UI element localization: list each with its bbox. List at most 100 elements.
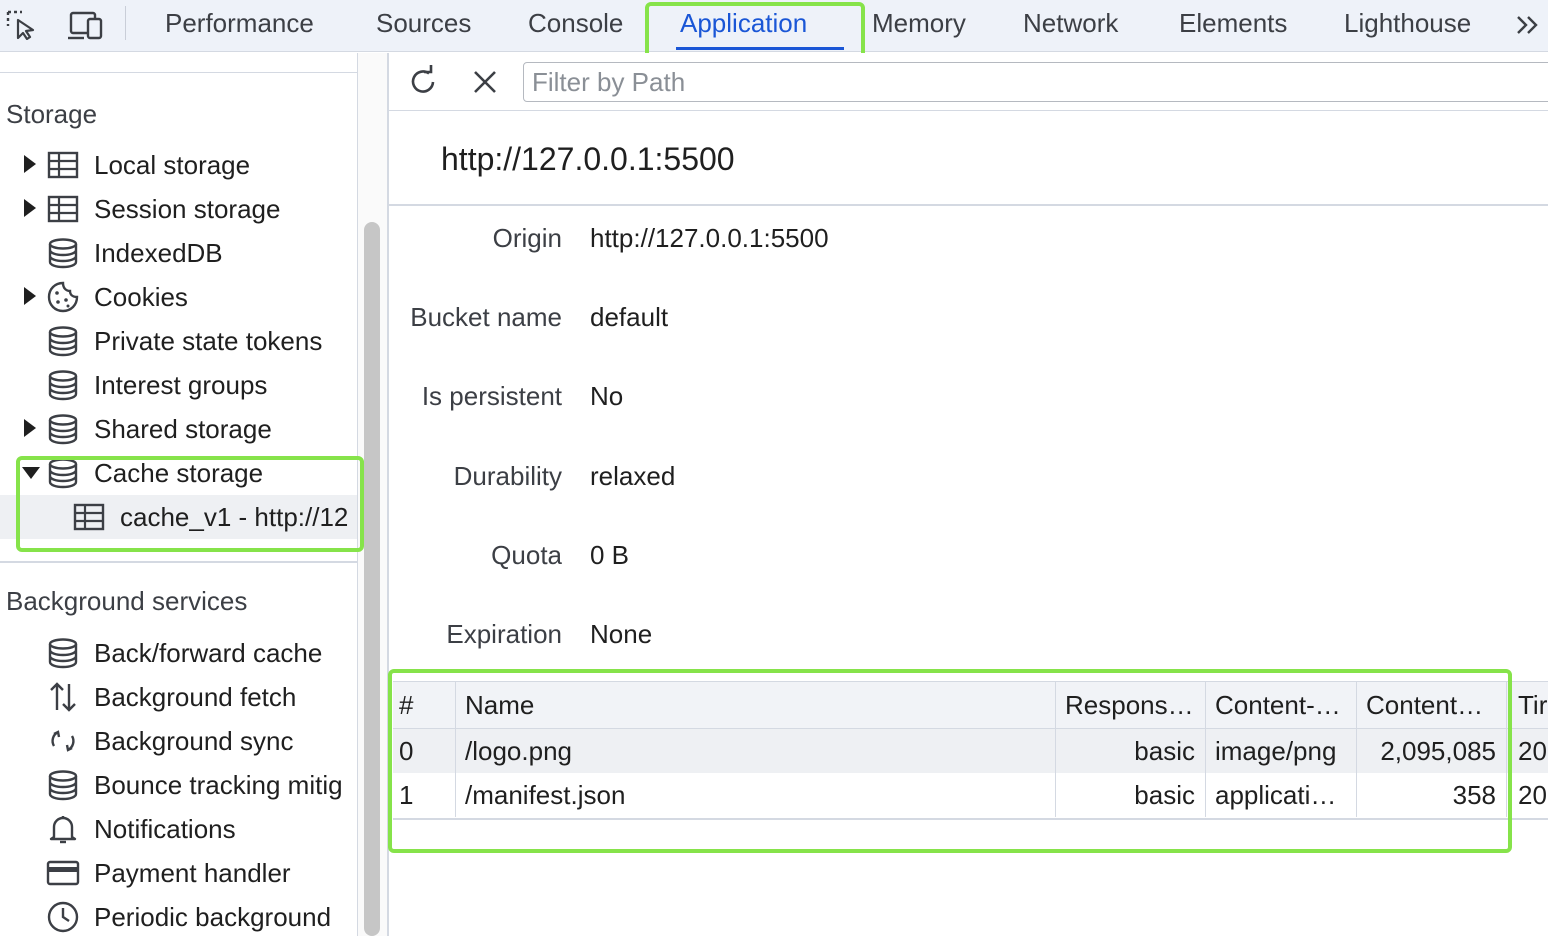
tab-sources[interactable]: Sources [376,6,471,40]
sidebar-item-bounce-tracking[interactable]: Bounce tracking mitig [0,763,357,807]
cookie-icon [46,280,80,314]
table-icon [46,192,80,226]
sidebar-item-label: Payment handler [94,858,291,888]
sidebar-item-cache-v1[interactable]: cache_v1 - http://12 [0,495,357,539]
double-chevron-right-icon[interactable] [1513,6,1543,40]
table-row[interactable]: 1 /manifest.json basic applicati… 358 20 [393,773,1548,817]
expand-arrow-icon[interactable] [24,419,36,437]
sidebar-item-label: Notifications [94,814,236,844]
sidebar-item-notifications[interactable]: Notifications [0,807,357,851]
origin-label: Origin [492,223,562,253]
sync-icon [46,724,80,758]
row-content-type-cell: applicati… [1215,780,1337,810]
durability-value: relaxed [590,461,676,491]
sidebar-item-label: IndexedDB [94,238,223,268]
table-icon [46,148,80,182]
expiration-label: Expiration [446,619,562,649]
column-header-response-type[interactable]: Respons… [1055,682,1205,728]
sidebar-item-label: Background fetch [94,682,297,712]
column-header-name[interactable]: Name [455,682,1055,728]
expiration-value: None [590,619,653,649]
row-content-type-cell: image/png [1215,736,1337,766]
row-time-cached-cell: 20 [1518,780,1547,810]
background-services-section-title: Background services [6,586,248,616]
sidebar-item-label: Local storage [94,150,251,180]
cache-storage-panel: http://127.0.0.1:5500 Origin http://127.… [389,53,1548,936]
tab-memory[interactable]: Memory [872,6,966,40]
sidebar-item-payment-handler[interactable]: Payment handler [0,851,357,895]
row-index-cell: 1 [399,780,414,810]
column-header-content-length[interactable]: Content… [1356,682,1506,728]
sidebar-item-local-storage[interactable]: Local storage [0,143,357,187]
bucket-name-value: default [590,302,669,332]
tab-network[interactable]: Network [1023,6,1118,40]
row-content-length-cell: 358 [1452,780,1496,810]
column-header-index[interactable]: # [393,682,455,728]
sidebar-scrollbar-thumb[interactable] [364,222,380,936]
refresh-icon[interactable] [405,64,441,100]
sidebar-item-cache-storage[interactable]: Cache storage [0,451,357,495]
storage-section-title: Storage [6,99,98,129]
database-icon [46,412,80,446]
active-tab-indicator [676,47,844,50]
sidebar-item-label: Back/forward cache [94,638,323,668]
cache-entries-table: # Name Respons… Content-… Content… Tir 0… [393,681,1548,822]
durability-label: Durability [453,461,562,491]
bucket-name-label: Bucket name [410,302,562,332]
inspect-element-icon[interactable] [4,8,40,41]
tab-lighthouse[interactable]: Lighthouse [1344,6,1471,40]
row-index-cell: 0 [399,736,414,766]
sidebar-item-label: Cache storage [94,458,264,488]
clock-icon [46,900,80,934]
up-down-arrows-icon [46,680,80,714]
sidebar-item-interest-groups[interactable]: Interest groups [0,363,357,407]
quota-value: 0 B [590,540,630,570]
row-content-length-cell: 2,095,085 [1380,736,1496,766]
table-bottom-border [393,818,1548,820]
device-toolbar-icon[interactable] [66,8,103,40]
expand-arrow-icon[interactable] [24,287,36,305]
bell-icon [46,812,80,846]
database-icon [46,768,80,802]
database-icon [46,636,80,670]
is-persistent-label: Is persistent [421,381,562,411]
sidebar-item-label: Bounce tracking mitig [94,770,343,800]
sidebar-item-background-fetch[interactable]: Background fetch [0,675,357,719]
sidebar-item-label: Periodic background [94,902,332,932]
collapse-arrow-icon[interactable] [22,467,40,479]
expand-arrow-icon[interactable] [24,199,36,217]
sidebar-item-private-state-tokens[interactable]: Private state tokens [0,319,357,363]
cache-toolbar [389,53,1548,111]
database-icon [46,236,80,270]
tab-performance[interactable]: Performance [165,6,314,40]
credit-card-icon [46,856,80,890]
sidebar-item-label: Cookies [94,282,188,312]
page-title: http://127.0.0.1:5500 [441,141,735,177]
devtools-tab-strip: Performance Sources Console Application … [0,0,1548,52]
toolbar-separator [125,6,126,40]
sidebar-item-back-forward-cache[interactable]: Back/forward cache [0,631,357,675]
column-header-time-cached[interactable]: Tir [1506,682,1548,728]
row-response-type-cell: basic [1134,736,1195,766]
table-row[interactable]: 0 /logo.png basic image/png 2,095,085 20 [393,729,1548,773]
filter-by-path-input[interactable] [523,62,1548,102]
sidebar-item-background-sync[interactable]: Background sync [0,719,357,763]
sidebar-item-periodic-background[interactable]: Periodic background [0,895,357,936]
sidebar-item-indexeddb[interactable]: IndexedDB [0,231,357,275]
sidebar-item-label: Background sync [94,726,294,756]
database-icon [46,368,80,402]
tab-application[interactable]: Application [680,6,807,40]
tab-console[interactable]: Console [528,6,623,40]
tab-elements[interactable]: Elements [1179,6,1287,40]
close-icon[interactable] [467,64,503,100]
expand-arrow-icon[interactable] [24,155,36,173]
row-name-cell: /manifest.json [465,780,626,810]
sidebar-item-shared-storage[interactable]: Shared storage [0,407,357,451]
sidebar-item-label: Private state tokens [94,326,323,356]
sidebar-item-session-storage[interactable]: Session storage [0,187,357,231]
database-icon [46,324,80,358]
sidebar-item-cookies[interactable]: Cookies [0,275,357,319]
application-sidebar: Storage Local storage Session storage In… [0,53,357,936]
sidebar-item-label: Interest groups [94,370,268,400]
column-header-content-type[interactable]: Content-… [1205,682,1356,728]
